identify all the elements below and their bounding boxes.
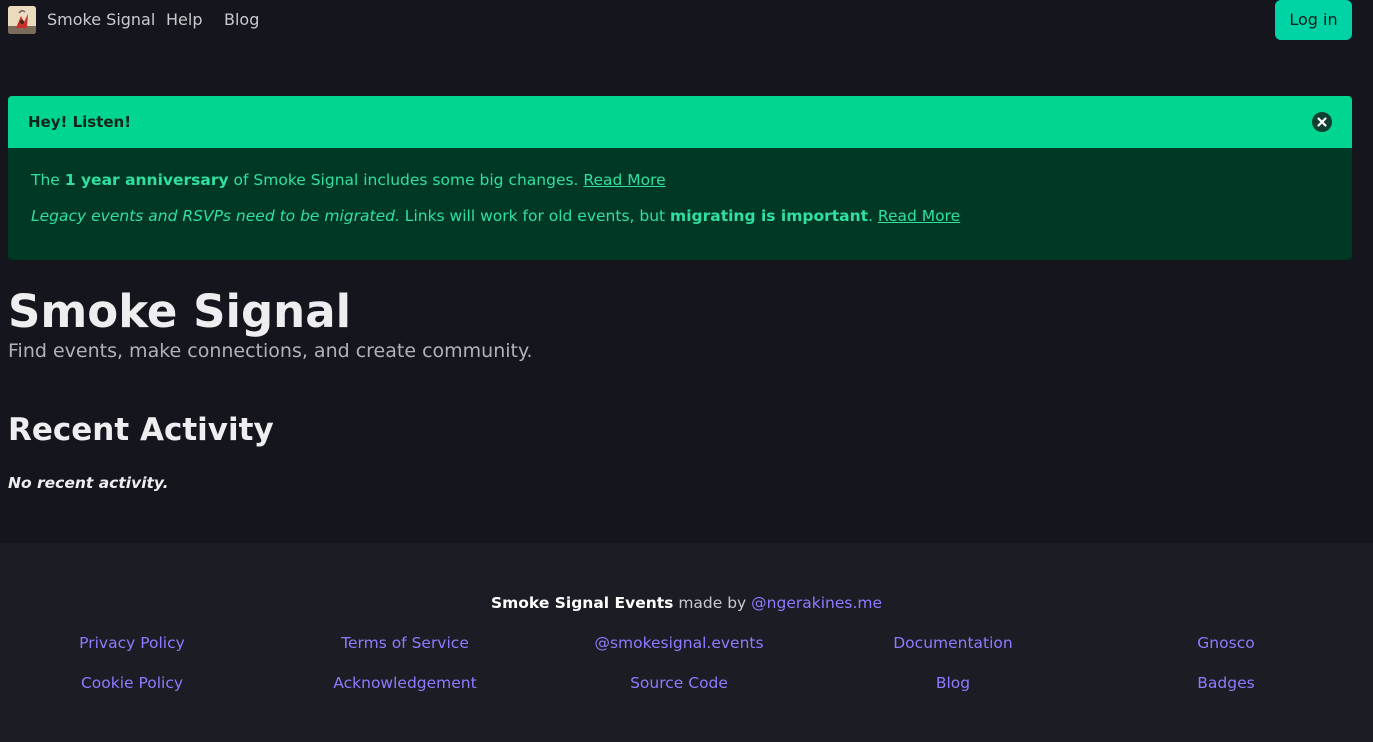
recent-activity-heading: Recent Activity (8, 412, 274, 448)
read-more-link-1[interactable]: Read More (583, 171, 665, 189)
footer-blog-link[interactable]: Blog (833, 673, 1073, 693)
nav-blog-link[interactable]: Blog (224, 10, 259, 30)
smoke-signal-logo-icon[interactable] (8, 6, 36, 34)
line2-middle: Links will work for old events, but (399, 207, 671, 225)
line1-bold: 1 year anniversary (64, 171, 229, 189)
no-activity-text: No recent activity. (8, 474, 169, 492)
notification-line-2: Legacy events and RSVPs need to be migra… (31, 206, 960, 226)
notification-header: Hey! Listen! (8, 96, 1352, 148)
notification-body: The 1 year anniversary of Smoke Signal i… (31, 170, 960, 226)
footer-credit: Smoke Signal Events made by @ngerakines.… (0, 593, 1373, 613)
close-circle-icon[interactable] (1312, 112, 1332, 132)
login-button[interactable]: Log in (1275, 0, 1352, 40)
line2-period: . (868, 207, 878, 225)
line1-prefix: The (31, 171, 65, 189)
nav-help-link[interactable]: Help (166, 10, 202, 30)
badges-link[interactable]: Badges (1106, 673, 1346, 693)
line2-italic: Legacy events and RSVPs need to be migra… (31, 207, 400, 225)
page-title: Smoke Signal (8, 285, 351, 338)
gnosco-link[interactable]: Gnosco (1106, 633, 1346, 653)
source-code-link[interactable]: Source Code (559, 673, 799, 693)
smokesignal-handle-link[interactable]: @smokesignal.events (559, 633, 799, 653)
cookie-policy-link[interactable]: Cookie Policy (12, 673, 252, 693)
documentation-link[interactable]: Documentation (833, 633, 1073, 653)
footer-credit-madeby: made by (673, 594, 752, 612)
line2-bold: migrating is important (670, 207, 869, 225)
navbar: Smoke Signal Help Blog Log in (0, 0, 1373, 40)
acknowledgement-link[interactable]: Acknowledgement (285, 673, 525, 693)
privacy-policy-link[interactable]: Privacy Policy (12, 633, 252, 653)
notification-line-1: The 1 year anniversary of Smoke Signal i… (31, 170, 960, 190)
page-subtitle: Find events, make connections, and creat… (8, 340, 533, 362)
terms-of-service-link[interactable]: Terms of Service (285, 633, 525, 653)
footer: Smoke Signal Events made by @ngerakines.… (0, 543, 1373, 742)
footer-author-link[interactable]: @ngerakines.me (751, 594, 882, 612)
nav-brand-link[interactable]: Smoke Signal (47, 10, 155, 30)
line1-suffix: of Smoke Signal includes some big change… (228, 171, 584, 189)
footer-credit-name: Smoke Signal Events (490, 594, 674, 612)
read-more-link-2[interactable]: Read More (878, 207, 960, 225)
notification-title: Hey! Listen! (28, 113, 132, 131)
